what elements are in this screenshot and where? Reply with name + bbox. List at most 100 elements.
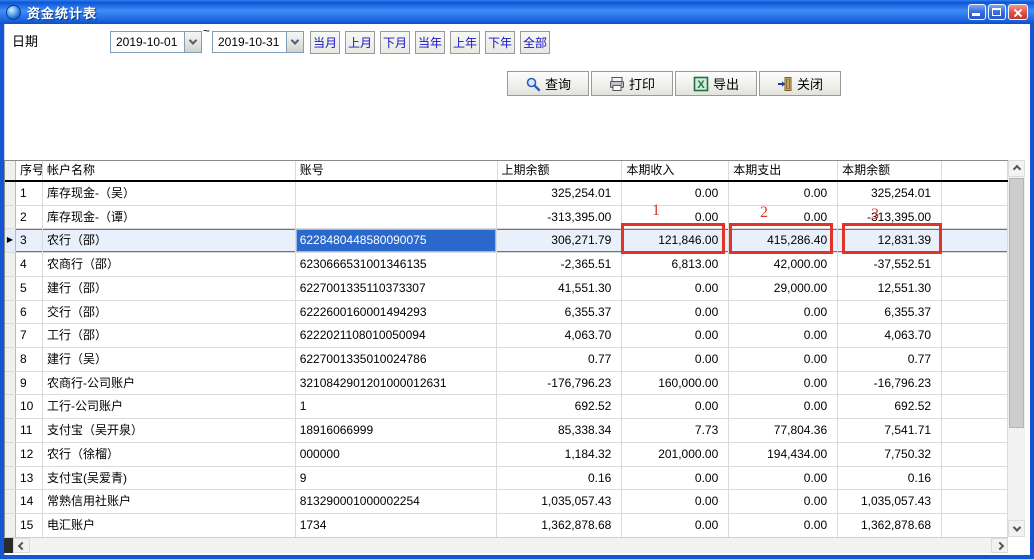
cell-balance: 12,831.39: [838, 229, 942, 252]
cell-extra: [942, 514, 1008, 537]
date-to-dropdown-button[interactable]: [286, 32, 303, 52]
cell-expense: 0.00: [729, 490, 838, 513]
chevron-down-icon: [1012, 523, 1020, 531]
table-row[interactable]: 4 农商行（邵） 6230666531001346135 -2,365.51 6…: [5, 253, 1008, 277]
minimize-button[interactable]: [968, 4, 986, 20]
cell-account-name: 农商行-公司账户: [43, 372, 296, 395]
column-header-expense[interactable]: 本期支出: [729, 161, 838, 180]
table-row[interactable]: 12 农行（徐榴） 000000 1,184.32 201,000.00 194…: [5, 443, 1008, 467]
scroll-left-button[interactable]: [13, 538, 30, 553]
cell-expense: 42,000.00: [729, 253, 838, 276]
cell-income: 121,846.00: [622, 229, 729, 252]
table-header-row: 序号 帐户名称 账号 上期余额 本期收入 本期支出 本期余额: [5, 161, 1008, 182]
titlebar[interactable]: 资金统计表: [0, 0, 1034, 24]
table-row[interactable]: 1 库存现金-（吴） 325,254.01 0.00 0.00 325,254.…: [5, 182, 1008, 206]
cell-income: 0.00: [622, 514, 729, 537]
close-button[interactable]: [1008, 4, 1028, 20]
horizontal-scrollbar[interactable]: [4, 537, 1008, 553]
cell-seq: 11: [16, 419, 43, 442]
column-header-prev-balance[interactable]: 上期余额: [498, 161, 623, 180]
cell-account-number: 6222600160001494293: [296, 301, 498, 324]
quick-button-next-month[interactable]: 下月: [380, 31, 410, 54]
quick-button-current-month[interactable]: 当月: [310, 31, 340, 54]
quick-range-buttons: 当月 上月 下月 当年 上年 下年 全部: [310, 31, 550, 54]
cell-expense: 0.00: [729, 514, 838, 537]
cell-account-number-editing[interactable]: 6228480448580090075: [296, 229, 498, 252]
cell-extra: [942, 324, 1008, 347]
cell-prev-balance: 1,362,878.68: [497, 514, 622, 537]
cell-seq: 10: [16, 395, 43, 418]
cell-income: 160,000.00: [622, 372, 729, 395]
cell-extra: [942, 372, 1008, 395]
search-icon: [525, 76, 541, 92]
query-button[interactable]: 查询: [507, 71, 589, 96]
excel-icon: X: [693, 76, 709, 92]
cell-prev-balance: 41,551.30: [497, 277, 622, 300]
horizontal-scrollbar-thumb[interactable]: [4, 538, 13, 553]
cell-account-name: 农行（邵）: [43, 229, 296, 252]
quick-button-prev-month[interactable]: 上月: [345, 31, 375, 54]
close-window-button[interactable]: 关闭: [759, 71, 841, 96]
vertical-scrollbar-thumb[interactable]: [1009, 178, 1024, 428]
table-row[interactable]: ▶ 3 农行（邵） 6228480448580090075 306,271.79…: [5, 229, 1008, 253]
table-row[interactable]: 8 建行（吴） 6227001335010024786 0.77 0.00 0.…: [5, 348, 1008, 372]
table-row[interactable]: 10 工行-公司账户 1 692.52 0.00 0.00 692.52: [5, 395, 1008, 419]
table-row[interactable]: 6 交行（邵） 6222600160001494293 6,355.37 0.0…: [5, 301, 1008, 325]
row-indicator: [5, 348, 16, 371]
cell-extra: [942, 490, 1008, 513]
date-to-value: 2019-10-31: [213, 35, 286, 49]
cell-account-name: 农商行（邵）: [43, 253, 296, 276]
scroll-up-button[interactable]: [1008, 160, 1025, 177]
print-button[interactable]: 打印: [591, 71, 673, 96]
table-row[interactable]: 11 支付宝（吴开泉） 18916066999 85,338.34 7.73 7…: [5, 419, 1008, 443]
cell-extra: [942, 419, 1008, 442]
scroll-right-button[interactable]: [991, 538, 1008, 553]
cell-prev-balance: 85,338.34: [497, 419, 622, 442]
cell-account-number: 1734: [296, 514, 498, 537]
table-row[interactable]: 15 电汇账户 1734 1,362,878.68 0.00 0.00 1,36…: [5, 514, 1008, 538]
maximize-button[interactable]: [988, 4, 1006, 20]
cell-account-name: 常熟信用社账户: [43, 490, 296, 513]
column-header-income[interactable]: 本期收入: [622, 161, 729, 180]
cell-seq: 1: [16, 182, 43, 205]
row-indicator: [5, 395, 16, 418]
cell-prev-balance: 1,184.32: [497, 443, 622, 466]
cell-extra: [942, 229, 1008, 252]
table-row[interactable]: 13 支付宝(吴爱青) 9 0.16 0.00 0.00 0.16: [5, 467, 1008, 491]
vertical-scrollbar[interactable]: [1008, 160, 1025, 537]
cell-seq: 3: [16, 229, 43, 252]
quick-button-prev-year[interactable]: 上年: [450, 31, 480, 54]
quick-button-current-year[interactable]: 当年: [415, 31, 445, 54]
cell-account-number: [296, 206, 498, 229]
cell-extra: [942, 301, 1008, 324]
date-from-select[interactable]: 2019-10-01: [110, 31, 202, 53]
date-range-separator: ~: [203, 24, 210, 38]
cell-account-number: 3210842901201000012631: [296, 372, 498, 395]
table-row[interactable]: 14 常熟信用社账户 813290001000002254 1,035,057.…: [5, 490, 1008, 514]
cell-balance: 1,035,057.43: [838, 490, 942, 513]
row-indicator: [5, 301, 16, 324]
date-from-dropdown-button[interactable]: [184, 32, 201, 52]
scroll-down-button[interactable]: [1008, 520, 1025, 537]
table-row[interactable]: 2 库存现金-（谭） -313,395.00 0.00 0.00 -313,39…: [5, 206, 1008, 230]
column-header-account-number[interactable]: 账号: [296, 161, 498, 180]
globe-icon: [6, 5, 21, 20]
quick-button-all[interactable]: 全部: [520, 31, 550, 54]
cell-balance: 1,362,878.68: [838, 514, 942, 537]
cell-prev-balance: 325,254.01: [497, 182, 622, 205]
table-body: 1 库存现金-（吴） 325,254.01 0.00 0.00 325,254.…: [5, 182, 1008, 538]
cell-account-number: 18916066999: [296, 419, 498, 442]
cell-seq: 15: [16, 514, 43, 537]
column-header-balance[interactable]: 本期余额: [838, 161, 942, 180]
table-row[interactable]: 9 农商行-公司账户 3210842901201000012631 -176,7…: [5, 372, 1008, 396]
table-row[interactable]: 5 建行（邵） 6227001335110373307 41,551.30 0.…: [5, 277, 1008, 301]
date-to-select[interactable]: 2019-10-31: [212, 31, 304, 53]
cell-balance: 7,541.71: [838, 419, 942, 442]
column-header-seq[interactable]: 序号: [16, 161, 43, 180]
export-button[interactable]: X 导出: [675, 71, 757, 96]
column-header-extra: [942, 161, 1008, 180]
quick-button-next-year[interactable]: 下年: [485, 31, 515, 54]
cell-balance: 325,254.01: [838, 182, 942, 205]
table-row[interactable]: 7 工行（邵） 6222021108010050094 4,063.70 0.0…: [5, 324, 1008, 348]
column-header-account-name[interactable]: 帐户名称: [43, 161, 296, 180]
